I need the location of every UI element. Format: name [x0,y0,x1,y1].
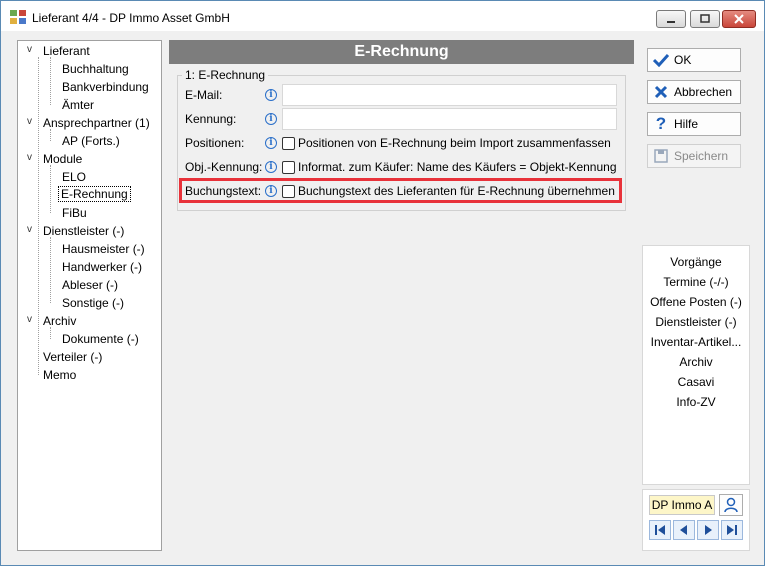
tree-guide-line [50,327,51,339]
tree-guide-line [50,237,51,303]
help-button[interactable]: ? Hilfe [647,112,741,136]
tree-item-archiv[interactable]: Archiv [43,314,76,328]
maximize-button[interactable] [690,10,720,28]
previous-record-button[interactable] [673,520,695,540]
tree-item-sonstige[interactable]: Sonstige (-) [62,296,124,310]
tree-item-aemter[interactable]: Ämter [62,98,94,112]
record-name-badge: DP Immo A [649,495,715,515]
chevron-down-icon[interactable]: v [27,224,32,235]
ok-button[interactable]: OK [647,48,741,72]
last-record-button[interactable] [721,520,743,540]
ok-label: OK [674,53,692,67]
buchungstext-checkbox[interactable] [282,185,295,198]
tree-item-verteiler[interactable]: Verteiler (-) [43,350,102,364]
kennung-field[interactable] [282,108,617,130]
grid-app-icon [10,10,26,24]
info-icon[interactable]: i [265,137,277,149]
skip-last-icon [727,525,737,535]
objkennung-label: Obj.-Kennung: [185,160,263,174]
tree-guide-line [50,57,51,105]
email-field[interactable] [282,84,617,106]
previous-icon [680,525,687,535]
tree-item-e-rechnung[interactable]: E-Rechnung [58,186,131,202]
help-label: Hilfe [674,117,699,131]
save-label: Speichern [674,149,729,163]
link-info-zv[interactable]: Info-ZV [642,395,750,409]
tree-guide-line [50,165,51,213]
info-icon[interactable]: i [265,113,277,125]
tree-item-handwerker[interactable]: Handwerker (-) [62,260,142,274]
info-icon[interactable]: i [265,161,277,173]
positionen-checkbox[interactable] [282,137,295,150]
buchungstext-label: Buchungstext: [185,184,262,198]
chevron-down-icon[interactable]: v [27,116,32,127]
info-icon[interactable]: i [265,185,277,197]
floppy-disk-icon [652,147,670,165]
tree-guide-line [50,129,51,141]
tree-item-bankverbindung[interactable]: Bankverbindung [62,80,149,94]
user-button[interactable] [719,494,743,516]
link-termine[interactable]: Termine (-/-) [642,275,750,289]
chevron-down-icon[interactable]: v [27,44,32,55]
tree-item-ableser[interactable]: Ableser (-) [62,278,118,292]
first-record-button[interactable] [649,520,671,540]
email-label: E-Mail: [185,88,223,102]
tree-item-elo[interactable]: ELO [62,170,86,184]
cross-icon [652,83,670,101]
link-offene-posten[interactable]: Offene Posten (-) [642,295,750,309]
tree-item-dienstleister[interactable]: Dienstleister (-) [43,224,124,238]
cancel-button[interactable]: Abbrechen [647,80,741,104]
maximize-icon [700,14,710,23]
minimize-button[interactable] [656,10,686,28]
link-casavi[interactable]: Casavi [642,375,750,389]
positionen-label: Positionen: [185,136,245,150]
positionen-checkbox-label[interactable]: Positionen von E-Rechnung beim Import zu… [298,136,611,150]
save-button[interactable]: Speichern [647,144,741,168]
chevron-down-icon[interactable]: v [27,314,32,325]
tree-item-module[interactable]: Module [43,152,82,166]
minimize-icon [667,21,675,23]
link-archiv[interactable]: Archiv [642,355,750,369]
next-icon [705,525,712,535]
section-header: E-Rechnung [169,40,634,64]
link-vorgaenge[interactable]: Vorgänge [642,255,750,269]
tree-item-memo[interactable]: Memo [43,368,76,382]
chevron-down-icon[interactable]: v [27,152,32,163]
close-window-button[interactable] [722,10,756,28]
tree-item-fibu[interactable]: FiBu [62,206,87,220]
link-dienstleister[interactable]: Dienstleister (-) [642,315,750,329]
buchungstext-checkbox-label[interactable]: Buchungstext des Lieferanten für E-Rechn… [298,184,615,198]
title-bar: Lieferant 4/4 - DP Immo Asset GmbH [1,1,764,31]
window-title: Lieferant 4/4 - DP Immo Asset GmbH [32,11,230,25]
tree-guide-line [38,57,39,375]
user-icon [724,497,738,513]
tree-item-ansprechpartner[interactable]: Ansprechpartner (1) [43,116,150,130]
tree-item-buchhaltung[interactable]: Buchhaltung [62,62,129,76]
skip-first-icon [655,525,665,535]
next-record-button[interactable] [697,520,719,540]
close-icon [734,14,744,24]
info-icon[interactable]: i [265,89,277,101]
tree-item-dokumente[interactable]: Dokumente (-) [62,332,139,346]
tree-item-ap-forts[interactable]: AP (Forts.) [62,134,120,148]
tree-item-hausmeister[interactable]: Hausmeister (-) [62,242,145,256]
kennung-label: Kennung: [185,112,237,126]
tree-item-lieferant[interactable]: Lieferant [43,44,90,58]
group-title: 1: E-Rechnung [182,68,269,82]
checkmark-icon [652,51,670,69]
cancel-label: Abbrechen [674,85,733,99]
link-inventar-artikel[interactable]: Inventar-Artikel... [642,335,750,349]
objkennung-checkbox[interactable] [282,161,295,174]
question-icon: ? [655,114,667,133]
main-window: Lieferant 4/4 - DP Immo Asset GmbH v Lie… [0,0,765,566]
objkennung-checkbox-label[interactable]: Informat. zum Käufer: Name des Käufers =… [298,160,617,174]
